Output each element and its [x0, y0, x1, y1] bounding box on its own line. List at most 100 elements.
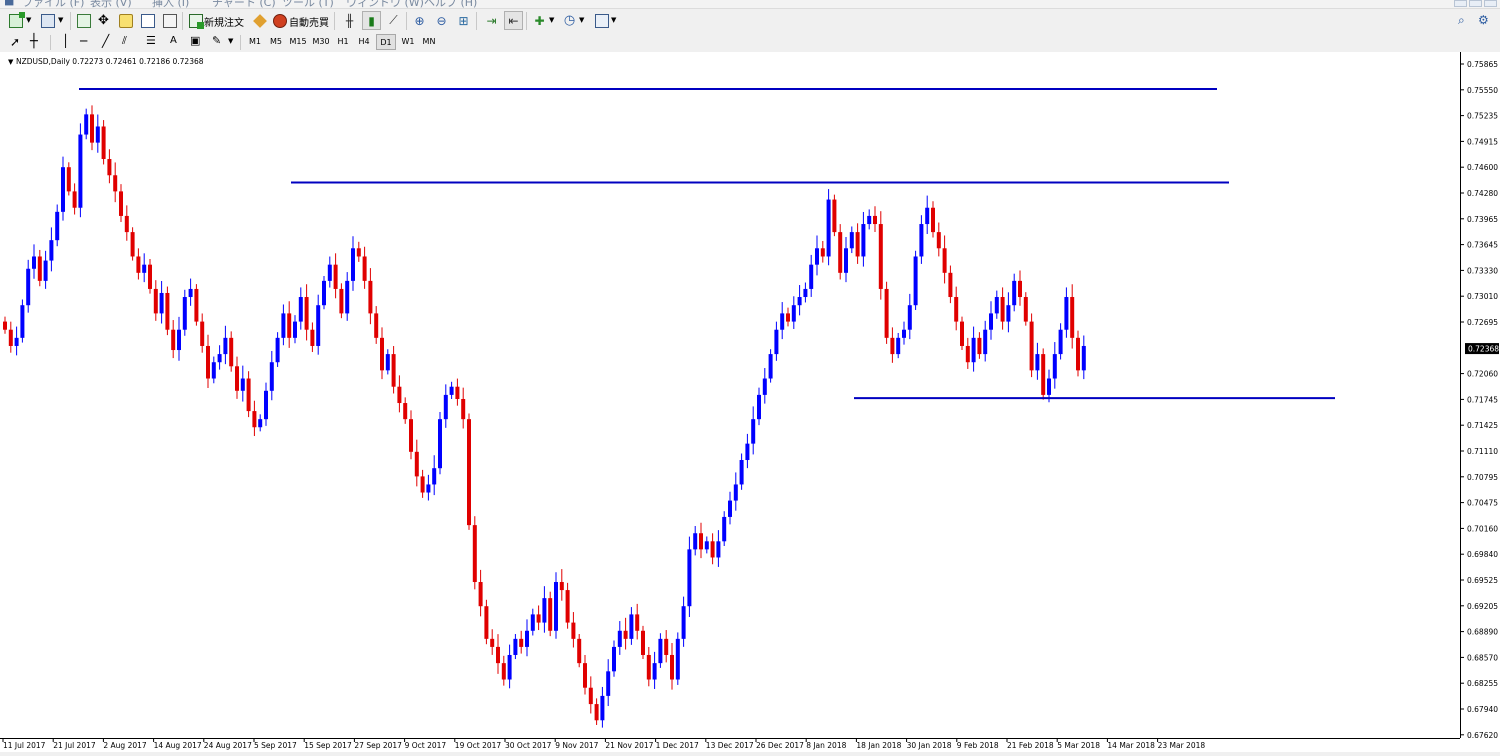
channel-icon[interactable]: ⫽	[122, 34, 127, 48]
market-watch-button[interactable]	[74, 11, 93, 30]
time-tick-label: 5 Sep 2017	[254, 741, 297, 750]
candle-body	[907, 305, 912, 330]
candle-body	[1023, 297, 1028, 322]
candle-body	[762, 378, 767, 395]
new-order-icon-button[interactable]	[186, 11, 205, 30]
candle-body	[43, 260, 48, 281]
indicators-button[interactable]: ✚	[530, 11, 549, 30]
candle-body	[142, 264, 147, 273]
timeframe-mn[interactable]: MN	[419, 34, 439, 50]
horizontal-line-icon[interactable]: ─	[80, 34, 87, 48]
menu-item-insert[interactable]: 挿入 (I)	[152, 0, 189, 8]
menu-item-file[interactable]: ファイル (F)	[22, 0, 84, 8]
chart-header: NZDUSD,Daily 0.72273 0.72461 0.72186 0.7…	[16, 57, 204, 66]
trendline-icon[interactable]: ╱	[102, 34, 109, 48]
time-tick-label: 30 Jan 2018	[907, 741, 952, 750]
candle-body	[1012, 280, 1017, 306]
auto-scroll-icon: ⇥	[486, 13, 497, 28]
line-chart-icon: ⟋	[389, 13, 398, 27]
timeframe-m1[interactable]: M1	[245, 34, 265, 50]
clock-icon: ◷	[563, 13, 576, 28]
periods-button[interactable]: ◷	[560, 11, 579, 30]
chart-shift-button[interactable]: ⇤	[504, 11, 523, 30]
candlestick-button[interactable]: ▮	[362, 11, 381, 30]
collapse-arrow-icon[interactable]: ▼	[8, 58, 14, 66]
timeframe-d1[interactable]: D1	[376, 34, 396, 50]
candle-body	[919, 224, 924, 257]
timeframe-m15[interactable]: M15	[287, 34, 309, 50]
auto-trading-icon-button[interactable]	[270, 11, 289, 30]
dropdown-arrow-icon[interactable]: ▼	[58, 16, 63, 24]
candle-body	[124, 215, 129, 233]
dropdown-arrow-icon[interactable]: ▼	[579, 16, 584, 24]
text-label-icon[interactable]: ▣	[190, 34, 200, 47]
menu-item-help[interactable]: ヘルプ (H)	[424, 0, 477, 8]
settings-icon[interactable]: ⚙	[1478, 13, 1489, 27]
crosshair-icon[interactable]: ┼	[30, 34, 38, 49]
timeframe-m5[interactable]: M5	[266, 34, 286, 50]
dropdown-arrow-icon[interactable]: ▼	[26, 16, 31, 24]
new-chart-button[interactable]	[6, 11, 25, 30]
timeframe-w1[interactable]: W1	[398, 34, 418, 50]
minimize-icon[interactable]	[1454, 0, 1467, 7]
candle-body	[716, 541, 721, 558]
candle-body	[820, 248, 825, 257]
new-order-button[interactable]: 新規注文	[204, 14, 244, 29]
line-chart-button[interactable]: ⟋	[384, 11, 403, 30]
candle-body	[119, 191, 123, 216]
menu-item-chart[interactable]: チャート (C)	[212, 0, 276, 8]
zoom-in-button[interactable]: ⊕	[410, 11, 429, 30]
candle-body	[107, 159, 112, 176]
candle-body	[385, 354, 390, 371]
data-window-button[interactable]: ✥	[94, 11, 113, 30]
zoom-out-button[interactable]: ⊖	[432, 11, 451, 30]
close-icon[interactable]	[1484, 0, 1497, 7]
menu-bar: ■ ファイル (F) 表示 (V) 挿入 (I) チャート (C) ツール (T…	[0, 0, 1500, 9]
bar-chart-button[interactable]: ╫	[340, 11, 359, 30]
terminal-button[interactable]	[138, 11, 157, 30]
metaeditor-button[interactable]	[250, 11, 269, 30]
price-chart[interactable]: 0.75865 0.75550 0.75235 0.74915 0.74600 0.742…	[0, 52, 1500, 752]
text-icon[interactable]: A	[170, 35, 177, 46]
price-tick-label: 0.69525	[1467, 576, 1498, 585]
menu-item-view[interactable]: 表示 (V)	[90, 0, 132, 8]
price-tick-label: 0.73330	[1467, 266, 1498, 275]
candle-body	[345, 280, 350, 314]
candle-body	[658, 638, 663, 664]
arrows-icon[interactable]: ✎	[212, 34, 221, 47]
candle-body	[571, 622, 576, 639]
candle-body	[177, 329, 181, 351]
candle-body	[1070, 297, 1075, 338]
menu-item-tools[interactable]: ツール (T)	[282, 0, 334, 8]
timeframe-h1[interactable]: H1	[333, 34, 353, 50]
price-tick-label: 0.68570	[1467, 653, 1498, 662]
candle-body	[849, 232, 854, 249]
navigator-button[interactable]	[116, 11, 135, 30]
profiles-button[interactable]	[38, 11, 57, 30]
cursor-icon[interactable]: ➚	[10, 35, 20, 49]
candle-body	[298, 297, 303, 322]
auto-scroll-button[interactable]: ⇥	[482, 11, 501, 30]
dropdown-arrow-icon[interactable]: ▼	[228, 37, 233, 45]
price-tick-label: 0.72060	[1467, 370, 1498, 379]
timeframe-h4[interactable]: H4	[354, 34, 374, 50]
timeframe-m30[interactable]: M30	[310, 34, 332, 50]
candle-body	[403, 403, 408, 420]
chart-window[interactable]: 0.75865 0.75550 0.75235 0.74915 0.74600 0.742…	[0, 52, 1500, 752]
restore-icon[interactable]	[1469, 0, 1482, 7]
templates-button[interactable]	[592, 11, 611, 30]
tile-windows-button[interactable]: ⊞	[454, 11, 473, 30]
dropdown-arrow-icon[interactable]: ▼	[611, 16, 616, 24]
candle-body	[733, 484, 738, 501]
vertical-line-icon[interactable]: │	[62, 34, 69, 48]
dropdown-arrow-icon[interactable]: ▼	[549, 16, 554, 24]
candle-body	[391, 354, 396, 387]
auto-trading-button[interactable]: 自動売買	[289, 14, 329, 29]
menu-item-window[interactable]: ウィンドウ (W)	[346, 0, 424, 8]
candle-body	[130, 232, 135, 257]
search-icon[interactable]: ⌕	[1458, 13, 1465, 28]
price-tick-label: 0.74280	[1467, 189, 1498, 198]
tester-button[interactable]	[160, 11, 179, 30]
fibonacci-icon[interactable]: ☰	[146, 34, 156, 47]
candle-body	[252, 411, 257, 428]
